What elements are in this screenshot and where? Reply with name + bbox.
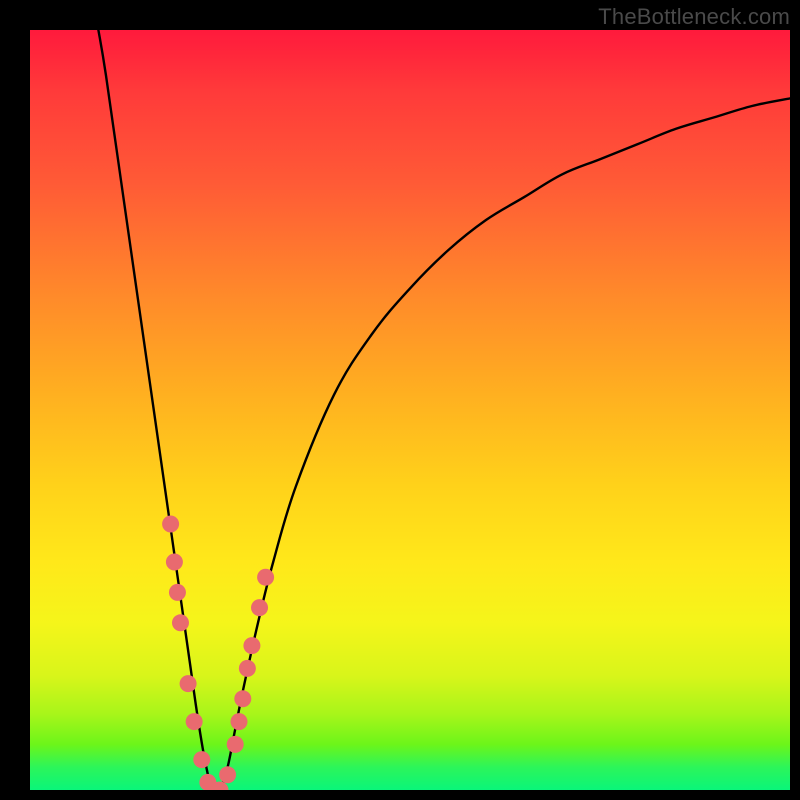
curve-marker bbox=[239, 660, 256, 677]
curve-marker bbox=[251, 599, 268, 616]
plot-area bbox=[30, 30, 790, 790]
curve-marker bbox=[169, 584, 186, 601]
curve-marker bbox=[193, 751, 210, 768]
curve-marker bbox=[243, 637, 260, 654]
curve-marker bbox=[166, 554, 183, 571]
curve-marker bbox=[172, 614, 189, 631]
curve-marker bbox=[234, 690, 251, 707]
curve-marker bbox=[227, 736, 244, 753]
curve-marker bbox=[257, 569, 274, 586]
bottleneck-curve-path bbox=[98, 30, 790, 790]
chart-frame: TheBottleneck.com bbox=[0, 0, 800, 800]
curve-marker bbox=[180, 675, 197, 692]
bottleneck-curve-svg bbox=[30, 30, 790, 790]
curve-marker bbox=[162, 516, 179, 533]
curve-marker bbox=[186, 713, 203, 730]
watermark-text: TheBottleneck.com bbox=[598, 4, 790, 30]
curve-marker bbox=[231, 713, 248, 730]
marker-group bbox=[162, 516, 274, 791]
curve-marker bbox=[219, 766, 236, 783]
